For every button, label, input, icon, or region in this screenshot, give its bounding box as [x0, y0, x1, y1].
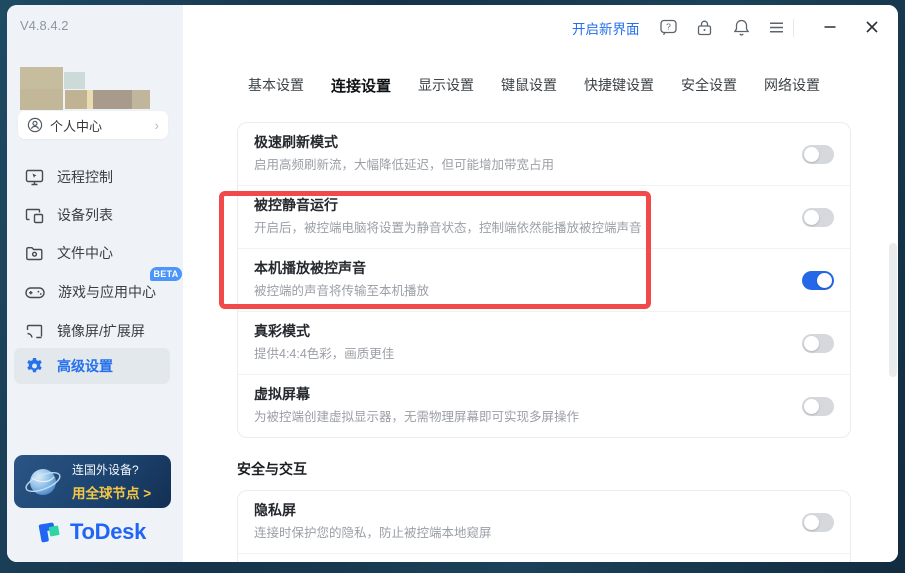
- setting-description: 被控端的声音将传输至本机播放: [254, 284, 430, 298]
- setting-row-controlled-mute: 被控静音运行 开启后，被控端电脑将设置为静音状态，控制端依然能播放被控端声音: [238, 186, 850, 249]
- game-center-icon: [25, 283, 45, 302]
- setting-description: 开启后，被控端电脑将设置为静音状态，控制端依然能播放被控端声音: [254, 221, 642, 235]
- lock-icon[interactable]: [694, 17, 714, 37]
- header-separator: [793, 19, 794, 37]
- sidebar-item-advanced-settings[interactable]: 高级设置: [14, 348, 170, 384]
- logo-block: [20, 89, 63, 110]
- open-new-ui-link[interactable]: 开启新界面: [572, 18, 640, 38]
- setting-description: 为被控端创建虚拟显示器，无需物理屏幕即可实现多屏操作: [254, 410, 580, 424]
- toggle-privacy-screen[interactable]: [802, 513, 834, 532]
- close-button[interactable]: [861, 16, 883, 38]
- toggle-play-remote-audio[interactable]: [802, 271, 834, 290]
- toggle-knob: [804, 336, 819, 351]
- toggle-knob: [804, 210, 819, 225]
- help-icon[interactable]: ?: [658, 17, 678, 37]
- personal-center-label: 个人中心: [50, 118, 103, 134]
- toggle-fast-refresh[interactable]: [802, 145, 834, 164]
- logo-block: [93, 90, 132, 109]
- setting-title: 极速刷新模式: [254, 134, 338, 150]
- tab-shortcut-settings[interactable]: 快捷键设置: [584, 75, 654, 100]
- settings-tab-bar: 基本设置 连接设置 显示设置 键鼠设置 快捷键设置 安全设置 网络设置: [248, 75, 820, 100]
- setting-title: 本机播放被控声音: [254, 260, 366, 276]
- sidebar-item-mirror-screen[interactable]: 镜像屏/扩展屏: [14, 318, 170, 344]
- setting-row-true-color: 真彩模式 提供4:4:4色彩，画质更佳: [238, 312, 850, 375]
- sidebar-item-label: 高级设置: [57, 358, 113, 374]
- sidebar: V4.8.4.2 个人中心 › 远程控制 设备列表 文件中心 BETA 游戏与应…: [7, 5, 183, 562]
- logo-block: [65, 90, 87, 109]
- sidebar-item-label: 文件中心: [57, 245, 113, 261]
- remote-control-icon: [25, 168, 44, 187]
- person-circle-icon: [27, 117, 43, 133]
- globe-icon: [22, 461, 64, 503]
- bell-icon[interactable]: [731, 17, 751, 37]
- security-interaction-card: 隐私屏 连接时保护您的隐私，防止被控端本地窥屏: [237, 490, 851, 562]
- setting-description: 提供4:4:4色彩，画质更佳: [254, 347, 395, 361]
- section-title-security-interaction: 安全与交互: [237, 461, 307, 477]
- toggle-knob: [804, 399, 819, 414]
- todesk-wordmark: ToDesk: [70, 518, 147, 544]
- setting-row-fast-refresh: 极速刷新模式 启用高频刷新流，大幅降低延迟，但可能增加带宽占用: [238, 123, 850, 186]
- global-nodes-banner[interactable]: 连国外设备? 用全球节点 >: [14, 455, 171, 508]
- tab-security-settings[interactable]: 安全设置: [681, 75, 737, 100]
- toggle-knob: [817, 273, 832, 288]
- sidebar-item-label: 游戏与应用中心: [58, 284, 156, 300]
- setting-title: 隐私屏: [254, 502, 296, 518]
- user-logo-image: [13, 60, 153, 110]
- menu-icon[interactable]: [766, 17, 786, 37]
- main-panel: 开启新界面 ? 基本设置 连接设置 显示设置 键鼠设置 快捷键设置 安全设置 网…: [183, 5, 898, 562]
- setting-row-play-remote-audio: 本机播放被控声音 被控端的声音将传输至本机播放: [238, 249, 850, 312]
- sidebar-item-label: 设备列表: [57, 207, 113, 223]
- svg-text:?: ?: [666, 21, 671, 31]
- setting-title: 虚拟屏幕: [254, 386, 310, 402]
- setting-title: 被控静音运行: [254, 197, 338, 213]
- app-window: V4.8.4.2 个人中心 › 远程控制 设备列表 文件中心 BETA 游戏与应…: [7, 5, 898, 562]
- logo-block: [132, 90, 150, 109]
- tab-basic-settings[interactable]: 基本设置: [248, 75, 304, 100]
- setting-description: 启用高频刷新流，大幅降低延迟，但可能增加带宽占用: [254, 158, 555, 172]
- chevron-right-icon: ›: [154, 117, 159, 133]
- todesk-flag-icon: [37, 518, 64, 545]
- sidebar-item-file-center[interactable]: 文件中心: [14, 240, 170, 266]
- file-center-icon: [25, 244, 44, 263]
- logo-block: [20, 67, 63, 89]
- setting-row-privacy-screen: 隐私屏 连接时保护您的隐私，防止被控端本地窥屏: [238, 491, 850, 554]
- scrollbar-thumb[interactable]: [889, 243, 897, 377]
- logo-block: [64, 72, 85, 89]
- app-version: V4.8.4.2: [20, 18, 69, 33]
- banner-line2: 用全球节点 >: [72, 486, 152, 501]
- minimize-button[interactable]: [819, 16, 841, 38]
- toggle-knob: [804, 515, 819, 530]
- tab-display-settings[interactable]: 显示设置: [418, 75, 474, 100]
- toggle-knob: [804, 147, 819, 162]
- toggle-controlled-mute[interactable]: [802, 208, 834, 227]
- setting-description: 连接时保护您的隐私，防止被控端本地窥屏: [254, 526, 492, 540]
- personal-center-button[interactable]: 个人中心 ›: [18, 111, 168, 139]
- toggle-virtual-screen[interactable]: [802, 397, 834, 416]
- sidebar-item-label: 镜像屏/扩展屏: [57, 323, 145, 339]
- sidebar-item-label: 远程控制: [57, 169, 113, 185]
- device-list-icon: [25, 206, 44, 225]
- connection-settings-card: 极速刷新模式 启用高频刷新流，大幅降低延迟，但可能增加带宽占用 被控静音运行 开…: [237, 122, 851, 438]
- sidebar-item-remote-control[interactable]: 远程控制: [14, 164, 170, 190]
- tab-network-settings[interactable]: 网络设置: [764, 75, 820, 100]
- mirror-screen-icon: [25, 322, 44, 341]
- sidebar-item-game-center[interactable]: 游戏与应用中心: [14, 279, 170, 305]
- banner-line1: 连国外设备?: [72, 463, 139, 477]
- setting-row-virtual-screen: 虚拟屏幕 为被控端创建虚拟显示器，无需物理屏幕即可实现多屏操作: [238, 375, 850, 438]
- setting-title: 真彩模式: [254, 323, 310, 339]
- tab-keyboard-mouse-settings[interactable]: 键鼠设置: [501, 75, 557, 100]
- sidebar-item-device-list[interactable]: 设备列表: [14, 202, 170, 228]
- todesk-logo: ToDesk: [37, 518, 146, 545]
- advanced-settings-gear-icon: [25, 357, 44, 376]
- banner-text: 连国外设备? 用全球节点 >: [72, 461, 151, 502]
- toggle-true-color[interactable]: [802, 334, 834, 353]
- tab-connection-settings[interactable]: 连接设置: [331, 75, 391, 100]
- desktop-background: { "window": { "version": "V4.8.4.2", "he…: [0, 0, 905, 573]
